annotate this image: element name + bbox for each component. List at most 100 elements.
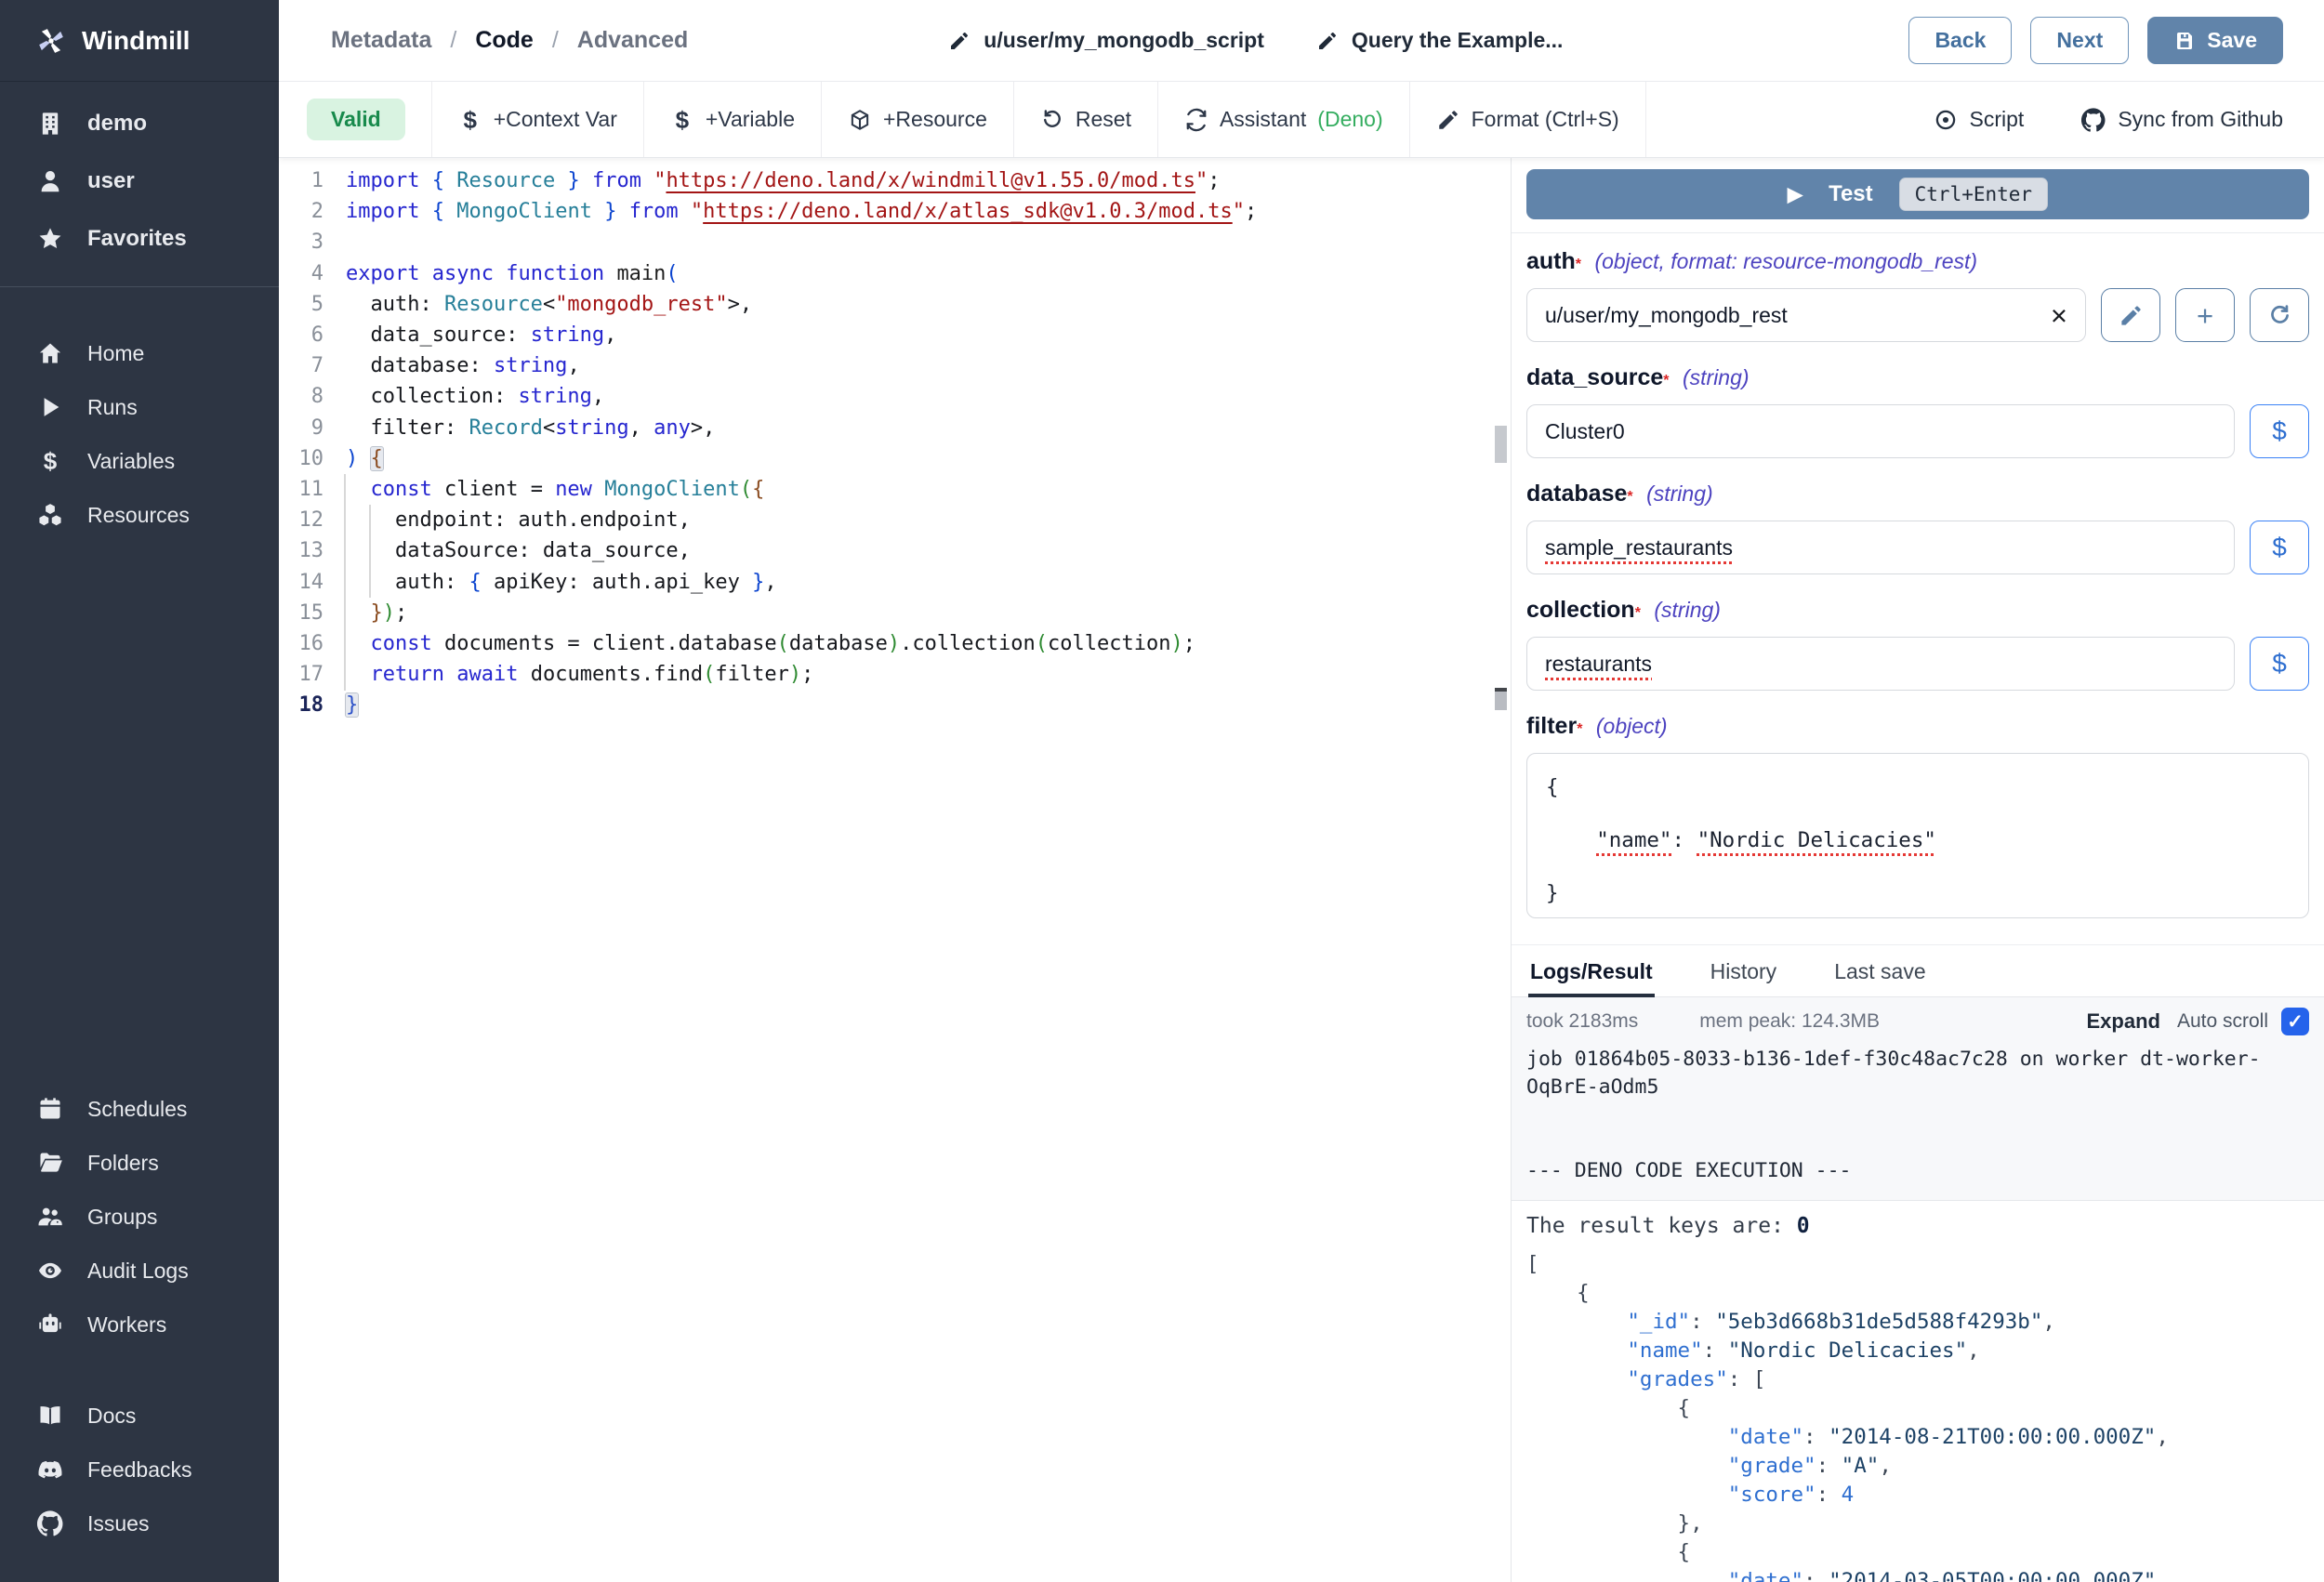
sidebar-item[interactable]: Resources <box>0 488 279 542</box>
required-mark: * <box>1627 489 1632 505</box>
field-type: (string) <box>1646 481 1713 506</box>
header-actions: Back Next Save <box>1908 17 2283 64</box>
sidebar-item[interactable]: Favorites <box>0 210 279 268</box>
target-icon <box>1934 108 1958 132</box>
required-mark: * <box>1635 605 1641 621</box>
sidebar-item[interactable]: $ Variables <box>0 434 279 488</box>
sidebar-item[interactable]: Docs <box>0 1389 279 1443</box>
auth-resource-input[interactable]: u/user/my_mongodb_rest × <box>1526 288 2086 342</box>
folder-icon <box>37 1150 63 1176</box>
windmill-app: Windmill demo user Favorites <box>0 0 2324 1582</box>
main-column: Metadata / Code / Advanced u/user/my_mon… <box>279 0 2324 1582</box>
line-numbers: 1 2 3 4 5 6 7 8 9 10 11 12 13 14 15 16 1… <box>279 165 324 721</box>
sidebar-item[interactable]: Folders <box>0 1136 279 1190</box>
add-resource-button[interactable]: +Resource <box>822 82 1014 157</box>
sidebar-item[interactable]: Audit Logs <box>0 1244 279 1298</box>
database-value: sample_restaurants <box>1545 535 1733 560</box>
reset-icon <box>1040 108 1064 132</box>
scrollbar-thumb[interactable] <box>1495 426 1507 463</box>
sidebar-item[interactable]: Home <box>0 326 279 380</box>
tab-metadata[interactable]: Metadata <box>331 27 431 54</box>
sidebar-item-label: Feedbacks <box>87 1457 192 1483</box>
filter-json-input[interactable]: { "name": "Nordic Delicacies" } <box>1526 753 2309 918</box>
sidebar-item[interactable]: user <box>0 152 279 210</box>
results-tabs: Logs/Result History Last save <box>1512 944 2324 997</box>
sidebar-item-label: Folders <box>87 1151 159 1176</box>
run-panel: ▶ Test Ctrl+Enter auth* (object, format:… <box>1511 158 2324 1582</box>
indent-guide <box>369 505 371 598</box>
field-filter: filter* (object) { "name": "Nordic Delic… <box>1526 713 2309 918</box>
dollar-icon: $ <box>670 108 694 132</box>
code-content[interactable]: import { Resource } from "https://deno.l… <box>346 165 1257 721</box>
breadcrumb-separator: / <box>450 27 456 54</box>
save-button[interactable]: Save <box>2147 17 2283 64</box>
reset-button[interactable]: Reset <box>1014 82 1158 157</box>
insert-variable-button[interactable]: $ <box>2250 404 2309 458</box>
back-button[interactable]: Back <box>1908 17 2012 64</box>
app-logo[interactable]: Windmill <box>0 0 279 82</box>
add-resource-button-small[interactable]: + <box>2175 288 2235 342</box>
expand-button[interactable]: Expand <box>2086 1009 2159 1034</box>
home-icon <box>37 340 63 366</box>
edit-resource-button[interactable] <box>2101 288 2160 342</box>
refresh-resource-button[interactable] <box>2250 288 2309 342</box>
field-label: collection <box>1526 597 1635 623</box>
add-variable-button[interactable]: $ +Variable <box>644 82 822 157</box>
dollar-icon: $ <box>37 448 63 474</box>
add-context-var-label: +Context Var <box>494 107 617 132</box>
field-type: (object) <box>1596 714 1668 738</box>
sync-from-github-button[interactable]: Sync from Github <box>2081 107 2283 132</box>
script-summary-edit[interactable]: Query the Example... <box>1316 28 1564 53</box>
sidebar-item[interactable]: Schedules <box>0 1082 279 1136</box>
autoscroll-checkbox[interactable]: ✓ <box>2281 1008 2309 1035</box>
user-icon <box>37 168 63 194</box>
job-log: job 01864b05-8033-b136-1def-f30c48ac7c28… <box>1512 1044 2324 1201</box>
script-kind-button[interactable]: Script <box>1934 107 2025 132</box>
github-icon <box>2081 108 2106 132</box>
groups-icon <box>37 1204 63 1230</box>
tab-logs-result[interactable]: Logs/Result <box>1528 945 1655 997</box>
tab-history[interactable]: History <box>1709 945 1779 997</box>
validation-status: Valid <box>307 82 432 157</box>
collection-input[interactable]: restaurants <box>1526 637 2235 691</box>
sidebar-item-label: user <box>87 168 135 194</box>
script-path-edit[interactable]: u/user/my_mongodb_script <box>948 28 1264 53</box>
sidebar-item-label: Schedules <box>87 1097 187 1122</box>
sidebar-item[interactable]: Workers <box>0 1298 279 1351</box>
run-meta-row: took 2183ms mem peak: 124.3MB Expand Aut… <box>1512 997 2324 1044</box>
clear-icon[interactable]: × <box>2051 301 2067 330</box>
sidebar-item[interactable]: demo <box>0 95 279 152</box>
page-header: Metadata / Code / Advanced u/user/my_mon… <box>279 0 2324 82</box>
tab-last-save[interactable]: Last save <box>1832 945 1927 997</box>
sidebar-item[interactable]: Feedbacks <box>0 1443 279 1496</box>
sidebar-item-label: Issues <box>87 1511 149 1536</box>
sidebar-item-label: Audit Logs <box>87 1259 189 1284</box>
pencil-icon <box>1316 30 1339 52</box>
result-keys: 0 <box>1797 1214 1810 1238</box>
play-icon <box>37 394 63 420</box>
add-context-var-button[interactable]: $ +Context Var <box>432 82 644 157</box>
test-button[interactable]: ▶ Test Ctrl+Enter <box>1526 169 2309 219</box>
insert-variable-button[interactable]: $ <box>2250 521 2309 574</box>
sidebar-item[interactable]: Runs <box>0 380 279 434</box>
code-editor[interactable]: 1 2 3 4 5 6 7 8 9 10 11 12 13 14 15 16 1… <box>279 158 1511 1582</box>
robot-icon <box>37 1312 63 1338</box>
database-input[interactable]: sample_restaurants <box>1526 521 2235 574</box>
next-button[interactable]: Next <box>2030 17 2129 64</box>
book-icon <box>37 1403 63 1429</box>
result-intro: The result keys are: 0 <box>1526 1212 2309 1241</box>
required-mark: * <box>1577 721 1582 737</box>
insert-variable-button[interactable]: $ <box>2250 637 2309 691</box>
sidebar-item[interactable]: Groups <box>0 1190 279 1244</box>
breadcrumb: Metadata / Code / Advanced <box>331 27 688 54</box>
format-button[interactable]: Format (Ctrl+S) <box>1410 82 1646 157</box>
field-collection: collection* (string) restaurants $ <box>1526 597 2309 691</box>
sidebar-item-label: Groups <box>87 1205 157 1230</box>
sidebar-item[interactable]: Issues <box>0 1496 279 1550</box>
nav-group: Home Runs $ Variables Resources <box>0 326 279 542</box>
tab-code[interactable]: Code <box>475 27 534 54</box>
assistant-button[interactable]: Assistant (Deno) <box>1158 82 1410 157</box>
tab-advanced[interactable]: Advanced <box>577 27 688 54</box>
data-source-input[interactable]: Cluster0 <box>1526 404 2235 458</box>
refresh-icon <box>2267 303 2292 328</box>
